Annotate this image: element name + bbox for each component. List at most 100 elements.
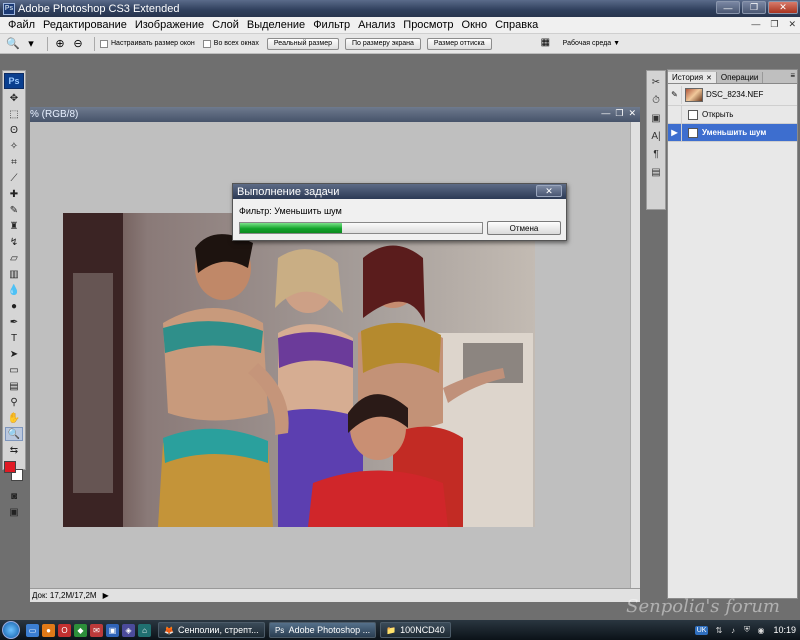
dodge-tool-icon[interactable]: ● (5, 299, 23, 313)
minimize-button[interactable]: — (716, 1, 740, 14)
history-source-icon[interactable]: ✎ (668, 85, 682, 104)
move-tool-icon[interactable]: ✥ (5, 91, 23, 105)
show-desktop-icon[interactable]: ▭ (26, 623, 39, 637)
fit-screen-button[interactable]: По размеру экрана (344, 37, 421, 50)
status-menu-arrow-icon[interactable]: ▶ (103, 591, 109, 600)
healing-brush-tool-icon[interactable]: ✚ (5, 187, 23, 201)
lasso-tool-icon[interactable]: ʘ (5, 123, 23, 137)
taskbar-button-photoshop[interactable]: Ps Adobe Photoshop ... (268, 622, 377, 638)
pen-tool-icon[interactable]: ✒ (5, 315, 23, 329)
quicklaunch-icon[interactable]: ▣ (106, 623, 119, 637)
tray-security-icon[interactable]: ⛨ (741, 625, 752, 636)
tab-actions[interactable]: Операции (716, 72, 764, 83)
menu-filter[interactable]: Фильтр (309, 19, 354, 31)
blur-tool-icon[interactable]: 💧 (5, 283, 23, 297)
menu-image[interactable]: Изображение (131, 19, 208, 31)
history-item[interactable]: Открыть (668, 105, 797, 124)
actual-pixels-button[interactable]: Реальный размер (266, 37, 339, 50)
dialog-close-button[interactable]: ✕ (536, 185, 562, 197)
menu-window[interactable]: Окно (458, 19, 492, 31)
workspace-menu[interactable]: ▦ Рабочая среда ▼ (541, 37, 620, 49)
crop-tool-icon[interactable]: ⌗ (5, 155, 23, 169)
slice-tool-icon[interactable]: ⟋ (5, 171, 23, 185)
menu-analysis[interactable]: Анализ (354, 19, 399, 31)
magic-wand-tool-icon[interactable]: ✧ (5, 139, 23, 153)
history-brush-tool-icon[interactable]: ↯ (5, 235, 23, 249)
tray-network-icon[interactable]: ⇅ (713, 625, 724, 636)
history-item-selected[interactable]: ▶ Уменьшить шум (668, 123, 797, 142)
print-size-button[interactable]: Размер оттиска (426, 37, 492, 50)
layer-comps-icon[interactable]: ▤ (648, 165, 664, 179)
opera-icon[interactable]: O (58, 623, 71, 637)
screen-mode-icon[interactable]: ▣ (5, 505, 23, 519)
vertical-scrollbar[interactable] (630, 122, 640, 588)
firefox-icon[interactable]: ● (42, 623, 55, 637)
maximize-button[interactable]: ❐ (742, 1, 766, 14)
tray-volume-icon[interactable]: ♪ (727, 625, 738, 636)
menu-file[interactable]: Файл (4, 19, 39, 31)
zoom-tool-icon[interactable]: 🔍 (6, 37, 20, 51)
navigator-panel-icon[interactable]: ✂ (648, 75, 664, 89)
close-button[interactable]: ✕ (768, 1, 798, 14)
character-panel-icon[interactable]: A| (648, 129, 664, 143)
color-swatches[interactable] (4, 461, 24, 485)
cancel-button[interactable]: Отмена (487, 221, 561, 235)
doc-minimize-icon[interactable]: — (751, 19, 760, 30)
clock[interactable]: 10:19 (773, 625, 796, 635)
close-icon[interactable]: ✕ (706, 75, 712, 82)
shape-tool-icon[interactable]: ▭ (5, 363, 23, 377)
doc-close-icon[interactable]: ✕ (788, 19, 796, 30)
quicklaunch-icon[interactable]: ◈ (122, 623, 135, 637)
zoom-out-icon[interactable]: ⊖ (71, 37, 85, 51)
default-colors-icon[interactable]: ⇆ (5, 443, 23, 457)
notes-tool-icon[interactable]: ▤ (5, 379, 23, 393)
hand-tool-icon[interactable]: ✋ (5, 411, 23, 425)
eraser-tool-icon[interactable]: ▱ (5, 251, 23, 265)
doc-window-maximize-icon[interactable]: ❐ (615, 108, 623, 119)
tray-app-icon[interactable]: ◉ (755, 625, 766, 636)
paragraph-panel-icon[interactable]: ¶ (648, 147, 664, 161)
brush-tool-icon[interactable]: ✎ (5, 203, 23, 217)
checkbox-box[interactable] (100, 39, 108, 48)
history-state-arrow-icon[interactable]: ▶ (668, 123, 682, 142)
menu-layer[interactable]: Слой (208, 19, 243, 31)
foreground-color-swatch[interactable] (4, 461, 16, 473)
taskbar-button-folder[interactable]: 📁 100NCD40 (380, 622, 451, 638)
zoom-tool-icon[interactable]: 🔍 (5, 427, 23, 441)
history-source-slot[interactable] (668, 105, 682, 124)
dialog-title[interactable]: Выполнение задачи (233, 184, 566, 199)
zoom-in-icon[interactable]: ⊕ (53, 37, 67, 51)
menu-help[interactable]: Справка (491, 19, 542, 31)
quick-mask-icon[interactable]: ◙ (5, 489, 23, 503)
tool-preset-dropdown-icon[interactable]: ▾ (24, 37, 38, 51)
taskbar-button-browser[interactable]: 🦊 Сенполии, стрепт... (158, 622, 265, 638)
menu-select[interactable]: Выделение (243, 19, 309, 31)
tool-presets-icon[interactable]: ▣ (648, 111, 664, 125)
history-snapshot[interactable]: ✎ DSC_8234.NEF (668, 84, 797, 106)
document-photo[interactable] (63, 213, 535, 527)
gradient-tool-icon[interactable]: ▥ (5, 267, 23, 281)
quicklaunch-icon[interactable]: ⌂ (138, 623, 151, 637)
history-panel-icon[interactable]: ⏱ (648, 93, 664, 107)
type-tool-icon[interactable]: T (5, 331, 23, 345)
marquee-tool-icon[interactable]: ⬚ (5, 107, 23, 121)
path-selection-tool-icon[interactable]: ➤ (5, 347, 23, 361)
panel-menu-icon[interactable]: ≡ (790, 71, 795, 80)
resize-windows-checkbox[interactable]: Настраивать размер окон (100, 39, 195, 48)
all-windows-checkbox[interactable]: Во всех окнах (202, 39, 259, 48)
document-title-bar[interactable]: % (RGB/8) — ❐ ✕ (30, 107, 640, 122)
checkbox-box[interactable] (202, 39, 211, 48)
menu-view[interactable]: Просмотр (399, 19, 457, 31)
doc-window-close-icon[interactable]: ✕ (628, 108, 636, 119)
start-button[interactable] (2, 621, 20, 639)
quicklaunch-icon[interactable]: ◆ (74, 623, 87, 637)
tab-history[interactable]: История ✕ (668, 72, 717, 83)
quicklaunch-icon[interactable]: ✉ (90, 623, 103, 637)
doc-window-minimize-icon[interactable]: — (601, 108, 610, 119)
menu-edit[interactable]: Редактирование (39, 19, 131, 31)
doc-restore-icon[interactable]: ❐ (770, 19, 778, 30)
eyedropper-tool-icon[interactable]: ⚲ (5, 395, 23, 409)
clone-stamp-tool-icon[interactable]: ♜ (5, 219, 23, 233)
language-indicator[interactable]: UK (694, 625, 709, 635)
document-size-info[interactable]: Док: 17,2M/17,2M (32, 591, 97, 600)
